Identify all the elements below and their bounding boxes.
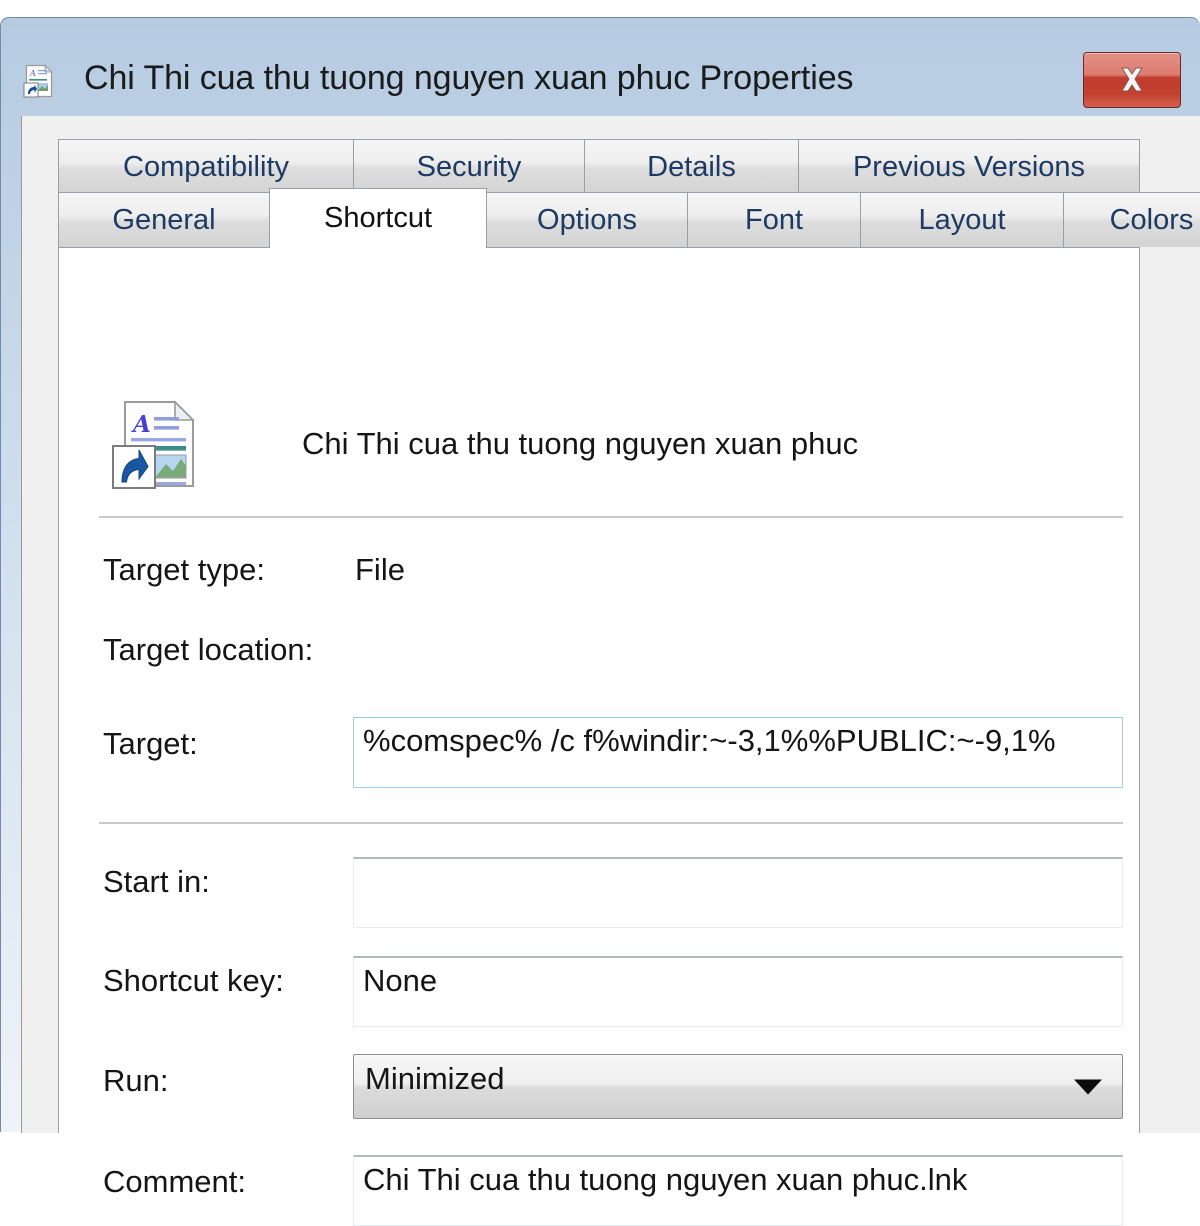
start-in-input[interactable] — [353, 857, 1123, 928]
tab-label: Options — [537, 203, 637, 236]
tab-previous-versions[interactable]: Previous Versions — [798, 139, 1140, 194]
tab-layout[interactable]: Layout — [860, 192, 1064, 247]
shortcut-file-name: Chi Thi cua thu tuong nguyen xuan phuc — [302, 426, 859, 461]
chevron-down-icon — [1074, 1079, 1102, 1094]
target-type-value: File — [355, 552, 405, 587]
divider-top — [99, 516, 1123, 518]
tab-security[interactable]: Security — [353, 139, 585, 194]
dialog-client-area: Compatibility Security Details Previous … — [21, 116, 1200, 1226]
tab-general[interactable]: General — [58, 192, 270, 247]
target-type-label: Target type: — [103, 552, 265, 587]
tab-label: Shortcut — [324, 202, 432, 234]
close-icon — [1121, 67, 1143, 92]
comment-input[interactable]: Chi Thi cua thu tuong nguyen xuan phuc.l… — [353, 1155, 1123, 1226]
window-title: Chi Thi cua thu tuong nguyen xuan phuc P… — [84, 59, 854, 97]
tab-label: Layout — [918, 203, 1006, 236]
comment-label: Comment: — [103, 1164, 246, 1199]
tab-label: Colors — [1109, 203, 1194, 236]
tab-font[interactable]: Font — [687, 192, 861, 247]
tab-colors[interactable]: Colors — [1063, 192, 1200, 247]
close-button[interactable] — [1083, 52, 1181, 108]
shortcut-document-icon: A — [109, 396, 205, 492]
tab-details[interactable]: Details — [584, 139, 799, 194]
shortcut-key-input[interactable]: None — [353, 956, 1123, 1027]
tab-compatibility[interactable]: Compatibility — [58, 139, 354, 194]
tab-label: Details — [647, 150, 736, 183]
start-in-label: Start in: — [103, 864, 210, 899]
tab-options[interactable]: Options — [486, 192, 688, 247]
target-input[interactable]: %comspec% /c f%windir:~-3,1%%PUBLIC:~-9,… — [353, 717, 1123, 788]
svg-text:A: A — [131, 411, 151, 438]
properties-window: A Chi Thi cua thu tuong nguyen xuan phuc… — [0, 17, 1200, 1226]
svg-text:A: A — [29, 69, 36, 78]
shortcut-key-label: Shortcut key: — [103, 963, 284, 998]
run-label: Run: — [103, 1063, 169, 1098]
tab-shortcut[interactable]: Shortcut — [269, 188, 487, 248]
target-location-label: Target location: — [103, 632, 314, 667]
tab-control: Compatibility Security Details Previous … — [58, 139, 1200, 249]
run-selected-value: Minimized — [365, 1061, 505, 1096]
tab-label: General — [112, 203, 216, 236]
tab-label: Previous Versions — [852, 150, 1086, 183]
window-titlebar: A Chi Thi cua thu tuong nguyen xuan phuc… — [1, 18, 1200, 116]
target-label: Target: — [103, 726, 198, 761]
tab-label: Compatibility — [123, 150, 289, 183]
tab-label: Security — [416, 150, 522, 183]
shortcut-document-icon: A — [21, 63, 57, 99]
tab-label: Font — [744, 203, 804, 236]
shortcut-tab-panel: A Chi Thi cua thu tuong nguyen xuan phuc… — [58, 247, 1140, 1226]
divider-bottom — [99, 822, 1123, 824]
run-dropdown[interactable]: Minimized — [353, 1054, 1123, 1119]
